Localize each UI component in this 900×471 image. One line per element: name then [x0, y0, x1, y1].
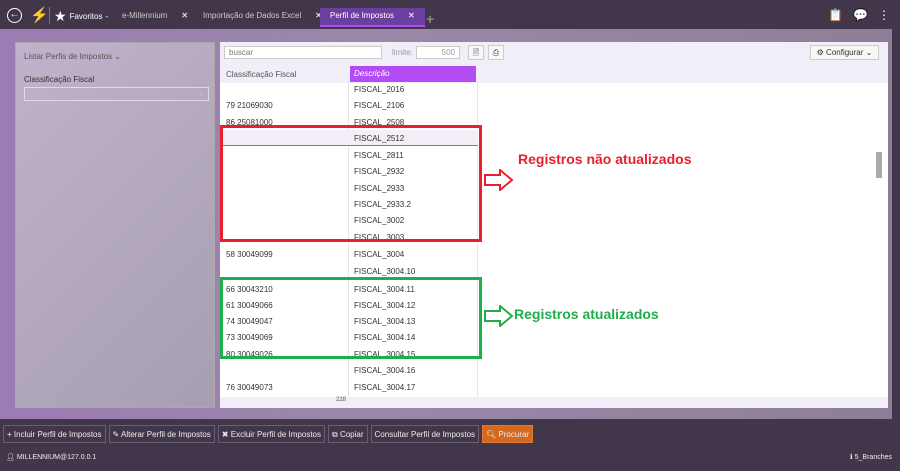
- limit-label: limite:: [392, 48, 413, 57]
- search-input[interactable]: [224, 46, 382, 59]
- cell-descricao: FISCAL_2016: [354, 85, 405, 94]
- column-header-classificacao[interactable]: Classificação Fiscal: [226, 70, 296, 79]
- red-highlight-box: [220, 125, 482, 242]
- user-status: 👤︎ MILLENNIUM@127.0.0.1: [6, 453, 96, 461]
- column-header-descricao[interactable]: Descrição: [350, 66, 476, 82]
- cell-descricao: FISCAL_2106: [354, 101, 405, 110]
- scrollbar-thumb[interactable]: [876, 152, 882, 178]
- user-icon: 👤︎: [6, 454, 15, 461]
- excluir-button[interactable]: ✖ Excluir Perfil de Impostos: [217, 425, 325, 443]
- classificacao-select[interactable]: ⌄: [24, 87, 209, 101]
- tab-perfil-impostos[interactable]: Perfil de Impostos ✕: [320, 8, 425, 27]
- tab-importacao[interactable]: Importação de Dados Excel ✕: [193, 8, 332, 27]
- cell-classificacao: 76 30049073: [226, 383, 273, 392]
- edit-icon: ✎: [112, 430, 120, 439]
- chat-icon[interactable]: 💬: [853, 8, 868, 22]
- button-label: Procurar: [498, 430, 530, 439]
- close-icon[interactable]: ✕: [181, 11, 188, 27]
- export-icon[interactable]: 🗎: [468, 45, 484, 60]
- divider: [49, 7, 50, 24]
- alterar-button[interactable]: ✎ Alterar Perfil de Impostos: [108, 425, 215, 443]
- procurar-button[interactable]: 🔍︎ Procurar: [482, 425, 534, 443]
- favorites-label: Favoritos: [69, 12, 103, 21]
- red-annotation: Registros não atualizados: [518, 151, 692, 167]
- button-label: Copiar: [339, 430, 364, 439]
- x-icon: ✖: [221, 430, 229, 439]
- branch-status: ℹ 5_Branches: [850, 453, 892, 461]
- table-row[interactable]: 76 30049073 FISCAL_3004.17: [220, 379, 478, 395]
- cell-descricao: FISCAL_3004: [354, 250, 405, 259]
- filter-title-label: Listar Perfis de Impostos: [24, 52, 113, 61]
- branch-label: 5_Branches: [854, 454, 892, 461]
- green-highlight-box: [220, 277, 482, 359]
- search-icon: 🔍︎: [486, 430, 497, 439]
- limit-input[interactable]: 500: [416, 46, 460, 59]
- table-row[interactable]: FISCAL_2016: [220, 83, 478, 97]
- close-icon[interactable]: ✕: [408, 11, 415, 25]
- plus-icon: +: [7, 430, 12, 439]
- tab-label: Perfil de Impostos: [330, 11, 395, 20]
- favorites-menu[interactable]: ★ Favoritos -: [54, 8, 108, 25]
- app-logo: ⚡: [30, 7, 49, 24]
- cell-classificacao: 79 21069030: [226, 101, 273, 110]
- action-toolbar: + Incluir Perfil de Impostos ✎ Alterar P…: [3, 425, 534, 443]
- gear-icon: ⚙: [816, 48, 824, 57]
- copiar-button[interactable]: ⧉ Copiar: [328, 425, 368, 443]
- filter-panel: Listar Perfis de Impostos ⌄ Classificaçã…: [15, 42, 215, 408]
- button-label: Incluir Perfil de Impostos: [13, 430, 102, 439]
- new-tab-icon[interactable]: +: [426, 11, 434, 27]
- chevron-down-icon: ⌄: [197, 88, 204, 97]
- classificacao-label: Classificação Fiscal: [24, 75, 95, 84]
- back-icon[interactable]: ←: [7, 8, 22, 23]
- info-icon: ℹ: [850, 454, 853, 461]
- more-vertical-icon[interactable]: ⋮: [878, 8, 890, 22]
- table-row[interactable]: 79 21069030 FISCAL_2106: [220, 97, 478, 113]
- incluir-button[interactable]: + Incluir Perfil de Impostos: [3, 425, 106, 443]
- button-label: Excluir Perfil de Impostos: [230, 430, 321, 439]
- print-icon[interactable]: ⎙: [488, 45, 504, 60]
- tab-label: Importação de Dados Excel: [203, 11, 302, 20]
- copy-icon: ⧉: [332, 430, 338, 439]
- table-row[interactable]: 58 30049099 FISCAL_3004: [220, 246, 478, 262]
- cell-descricao: FISCAL_3004.10: [354, 267, 416, 276]
- star-icon: ★: [54, 8, 67, 24]
- window-edge: [892, 29, 900, 419]
- configure-button[interactable]: ⚙ Configurar ⌄: [810, 45, 879, 60]
- table-row[interactable]: FISCAL_3004.16: [220, 362, 478, 378]
- filter-title[interactable]: Listar Perfis de Impostos ⌄: [24, 52, 121, 61]
- chevron-down-icon: ⌄: [114, 52, 121, 61]
- green-arrow-icon: [484, 305, 514, 327]
- top-bar: ← ⚡ ★ Favoritos - e-Millennium ✕ Importação…: [0, 0, 900, 29]
- cell-classificacao: 58 30049099: [226, 250, 273, 259]
- record-count: 228: [336, 397, 347, 403]
- consultar-button[interactable]: Consultar Perfil de Impostos: [370, 425, 480, 443]
- chevron-down-icon: -: [105, 12, 109, 21]
- green-annotation: Registros atualizados: [514, 306, 659, 322]
- cell-descricao: FISCAL_3004.17: [354, 383, 416, 392]
- configure-label: Configurar: [826, 48, 864, 57]
- cell-descricao: FISCAL_3004.16: [354, 366, 416, 375]
- tab-e-millennium[interactable]: e-Millennium ✕: [112, 8, 198, 27]
- user-label: MILLENNIUM@127.0.0.1: [16, 454, 97, 461]
- button-label: Alterar Perfil de Impostos: [120, 430, 211, 439]
- red-arrow-icon: [484, 169, 514, 191]
- button-label: Consultar Perfil de Impostos: [374, 430, 476, 439]
- clipboard-check-icon[interactable]: 📋: [828, 8, 843, 22]
- tab-label: e-Millennium: [122, 11, 168, 20]
